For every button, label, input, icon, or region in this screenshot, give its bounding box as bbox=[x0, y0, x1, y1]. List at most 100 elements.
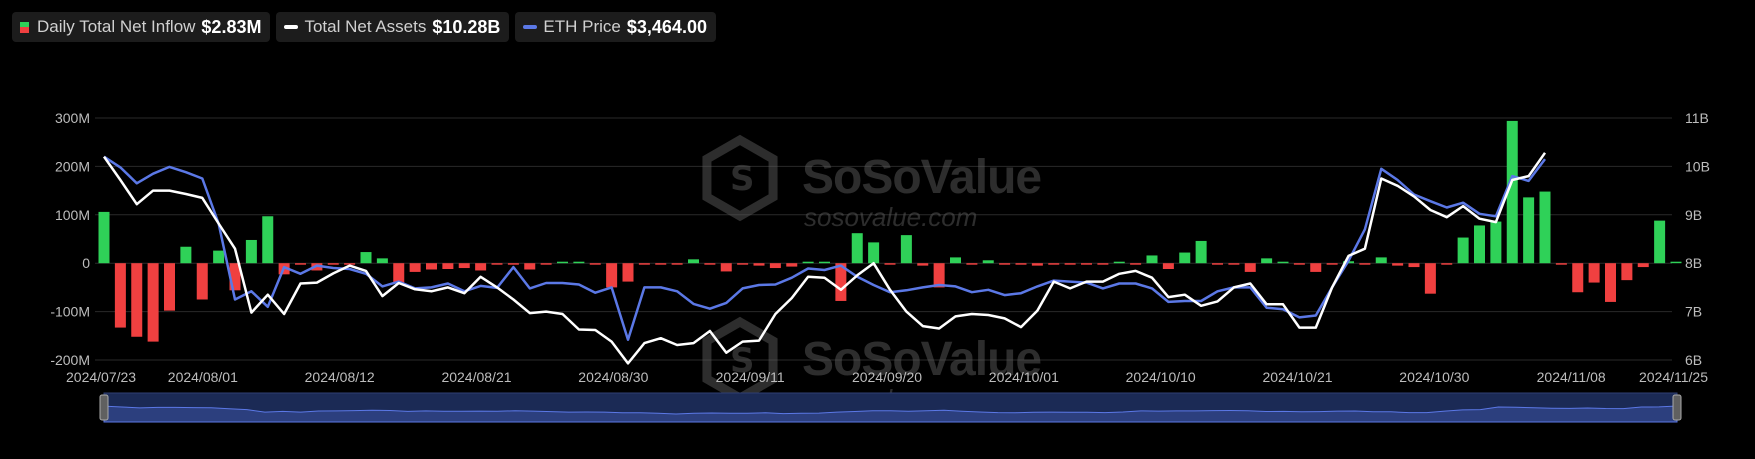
inflow-bar[interactable] bbox=[1408, 263, 1420, 268]
range-slider-left-handle[interactable] bbox=[99, 394, 109, 421]
inflow-bar[interactable] bbox=[950, 257, 961, 264]
inflow-bar[interactable] bbox=[704, 263, 716, 265]
inflow-bar[interactable] bbox=[327, 263, 339, 265]
inflow-bar[interactable] bbox=[295, 263, 306, 265]
inflow-bar[interactable] bbox=[999, 263, 1011, 265]
inflow-bar[interactable] bbox=[769, 263, 781, 269]
inflow-bar[interactable] bbox=[622, 263, 634, 282]
inflow-bar[interactable] bbox=[164, 263, 175, 311]
x-axis-tick-label: 2024/09/11 bbox=[716, 369, 785, 385]
range-slider-right-handle[interactable] bbox=[1672, 394, 1682, 421]
inflow-bar[interactable] bbox=[1113, 261, 1125, 264]
inflow-bar[interactable] bbox=[753, 263, 765, 266]
inflow-bar[interactable] bbox=[1441, 263, 1453, 265]
inflow-bar[interactable] bbox=[475, 263, 487, 271]
inflow-bar[interactable] bbox=[1015, 263, 1027, 265]
inflow-bar[interactable] bbox=[1474, 225, 1485, 264]
inflow-bar[interactable] bbox=[114, 263, 126, 328]
inflow-bar[interactable] bbox=[966, 263, 978, 265]
inflow-bar[interactable] bbox=[638, 263, 650, 265]
inflow-bar[interactable] bbox=[900, 235, 912, 264]
inflow-bar[interactable] bbox=[671, 263, 683, 265]
inflow-bar[interactable] bbox=[1359, 263, 1371, 265]
inflow-bar[interactable] bbox=[1212, 263, 1223, 265]
inflow-bar[interactable] bbox=[1588, 263, 1600, 283]
inflow-bar[interactable] bbox=[491, 263, 503, 265]
x-axis-labels: 2024/07/23 2024/08/01 2024/08/12 2024/08/21… bbox=[66, 369, 1708, 385]
inflow-bar[interactable] bbox=[213, 250, 225, 264]
inflow-bar[interactable] bbox=[851, 233, 863, 264]
inflow-bar[interactable] bbox=[376, 258, 388, 264]
inflow-bar[interactable] bbox=[1048, 263, 1060, 265]
inflow-bar[interactable] bbox=[1081, 263, 1092, 265]
inflow-bar[interactable] bbox=[1375, 257, 1387, 264]
inflow-bar[interactable] bbox=[147, 263, 159, 342]
inflow-bar[interactable] bbox=[1261, 258, 1273, 264]
inflow-bar[interactable] bbox=[507, 263, 519, 265]
inflow-bar[interactable] bbox=[180, 246, 192, 264]
inflow-bar[interactable] bbox=[360, 252, 372, 264]
inflow-bar[interactable] bbox=[819, 261, 830, 264]
inflow-bar[interactable] bbox=[1146, 255, 1158, 264]
inflow-bar[interactable] bbox=[573, 261, 585, 264]
inflow-bar[interactable] bbox=[262, 216, 274, 264]
inflow-bar[interactable] bbox=[1654, 220, 1666, 264]
inflow-bar[interactable] bbox=[1310, 263, 1322, 272]
inflow-bar[interactable] bbox=[884, 263, 896, 265]
inflow-bar[interactable] bbox=[1326, 263, 1338, 265]
inflow-bar[interactable] bbox=[737, 263, 749, 265]
inflow-bar[interactable] bbox=[589, 263, 601, 265]
svg-text:S: S bbox=[730, 159, 755, 199]
inflow-bar[interactable] bbox=[1539, 191, 1551, 264]
inflow-bar[interactable] bbox=[917, 263, 929, 266]
inflow-bar[interactable] bbox=[1621, 263, 1633, 281]
inflow-bar[interactable] bbox=[1424, 263, 1436, 294]
inflow-bar[interactable] bbox=[1490, 221, 1502, 264]
inflow-bar[interactable] bbox=[606, 263, 618, 288]
inflow-bar[interactable] bbox=[802, 261, 814, 264]
inflow-bar[interactable] bbox=[1457, 237, 1469, 264]
inflow-bar[interactable] bbox=[688, 259, 699, 264]
inflow-bar[interactable] bbox=[196, 263, 208, 300]
left-axis-tick-label: -200M bbox=[50, 352, 90, 368]
inflow-bar[interactable] bbox=[1277, 261, 1289, 264]
inflow-bar[interactable] bbox=[245, 239, 257, 264]
inflow-bar[interactable] bbox=[540, 263, 552, 265]
inflow-bar[interactable] bbox=[1244, 263, 1256, 272]
left-axis-tick-label: 300M bbox=[55, 110, 90, 126]
inflow-bar[interactable] bbox=[1392, 263, 1404, 266]
inflow-bar[interactable] bbox=[868, 242, 880, 264]
inflow-bar[interactable] bbox=[1293, 263, 1305, 265]
inflow-bar[interactable] bbox=[1130, 263, 1142, 265]
inflow-bar[interactable] bbox=[1031, 263, 1043, 266]
inflow-bar[interactable] bbox=[131, 263, 143, 337]
inflow-bar[interactable] bbox=[1195, 240, 1207, 264]
inflow-bar[interactable] bbox=[442, 263, 454, 270]
inflow-bar[interactable] bbox=[98, 211, 110, 264]
inflow-bar[interactable] bbox=[655, 263, 667, 265]
x-axis-tick-label: 2024/10/01 bbox=[989, 369, 1059, 385]
inflow-bar[interactable] bbox=[1228, 263, 1240, 265]
range-slider bbox=[99, 392, 1682, 423]
inflow-bar[interactable] bbox=[1572, 263, 1584, 293]
inflow-bar[interactable] bbox=[1555, 263, 1567, 265]
inflow-bar[interactable] bbox=[1097, 263, 1109, 265]
inflow-bar[interactable] bbox=[982, 260, 994, 264]
inflow-bar[interactable] bbox=[786, 263, 798, 267]
inflow-bar[interactable] bbox=[1670, 261, 1682, 264]
inflow-bar[interactable] bbox=[458, 263, 470, 269]
left-axis-tick-label: -100M bbox=[50, 304, 90, 320]
inflow-bar[interactable] bbox=[557, 261, 568, 264]
inflow-bar[interactable] bbox=[720, 263, 732, 272]
inflow-bar[interactable] bbox=[1064, 263, 1076, 265]
right-axis-tick-label: 6B bbox=[1685, 352, 1702, 368]
inflow-bar[interactable] bbox=[1637, 263, 1649, 268]
right-axis-tick-label: 11B bbox=[1685, 110, 1709, 126]
inflow-bar[interactable] bbox=[1162, 263, 1174, 270]
inflow-bar[interactable] bbox=[1523, 197, 1535, 264]
inflow-bar[interactable] bbox=[524, 263, 536, 270]
inflow-bar[interactable] bbox=[1605, 263, 1616, 302]
inflow-bar[interactable] bbox=[426, 263, 437, 270]
inflow-bar[interactable] bbox=[1179, 252, 1191, 264]
inflow-bar[interactable] bbox=[409, 263, 421, 272]
